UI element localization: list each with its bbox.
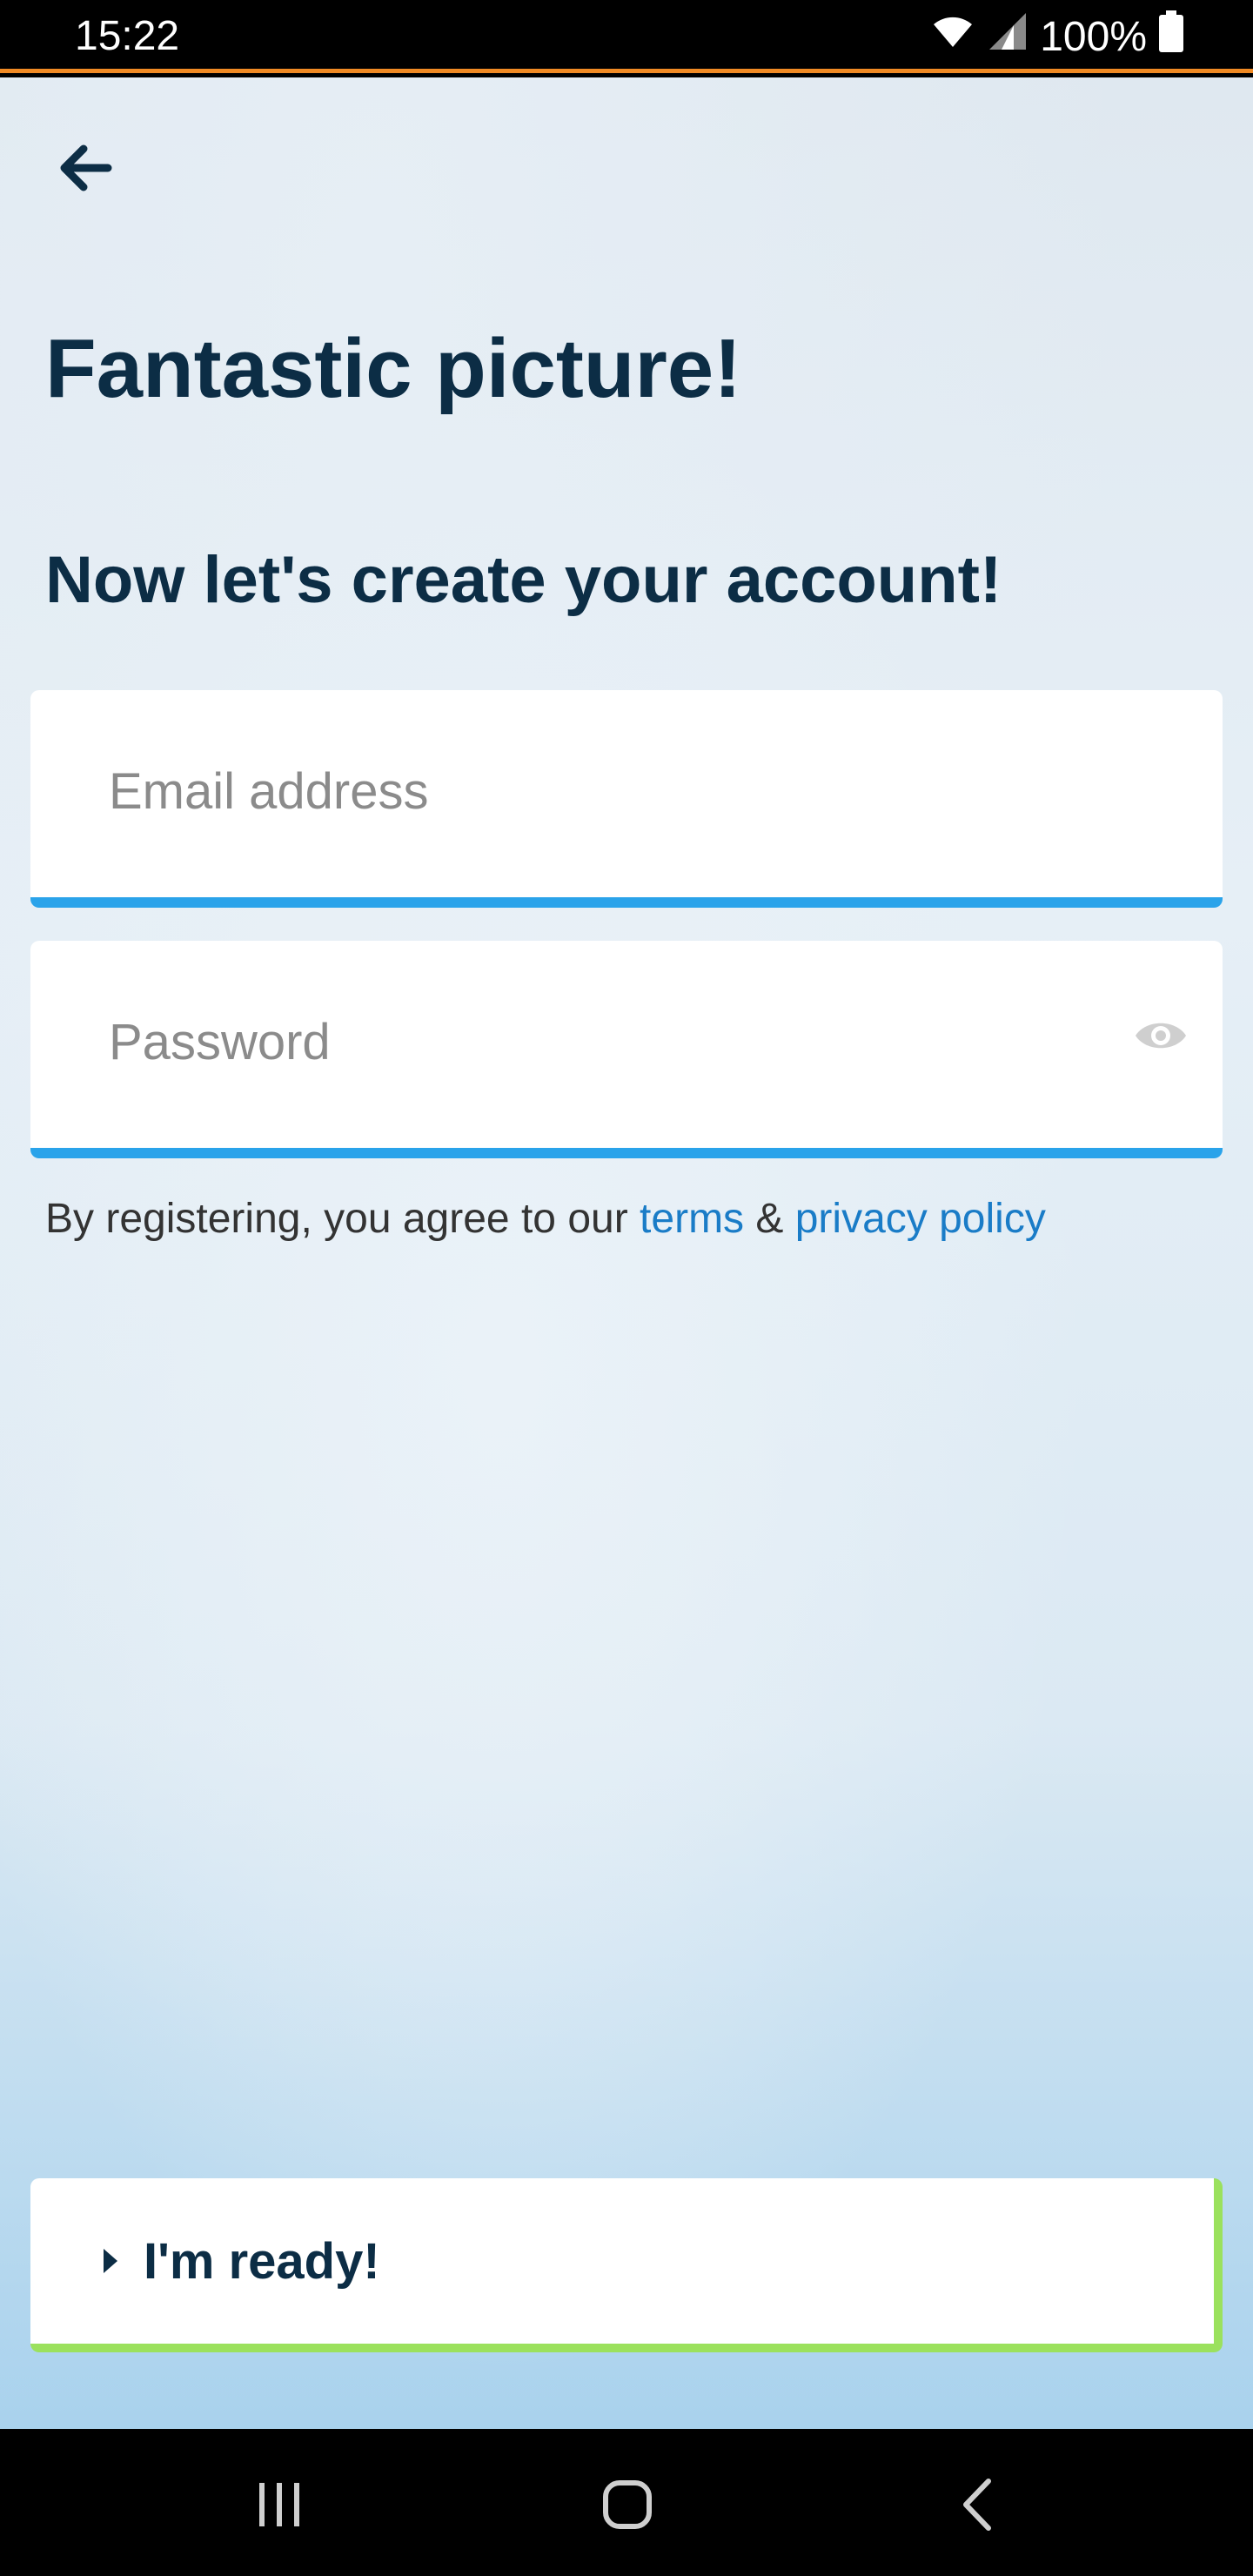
password-field-container (30, 941, 1223, 1158)
status-icons: 100% (930, 10, 1183, 63)
terms-link[interactable]: terms (640, 1196, 744, 1242)
email-field-container (30, 690, 1223, 908)
privacy-policy-link[interactable]: privacy policy (795, 1196, 1046, 1242)
page-title: Fantastic picture! (45, 322, 742, 415)
ready-button-label: I'm ready! (144, 2232, 380, 2290)
caret-right-icon (104, 2249, 117, 2273)
password-field[interactable] (107, 993, 1068, 1090)
signal-icon (988, 11, 1028, 62)
status-bar: 15:22 100% (0, 0, 1253, 73)
page-subtitle: Now let's create your account! (45, 543, 1002, 617)
legal-separator: & (744, 1196, 795, 1242)
battery-percent: 100% (1040, 13, 1147, 60)
wifi-icon (930, 12, 975, 61)
battery-icon (1159, 10, 1183, 63)
recents-button[interactable] (240, 2474, 318, 2535)
legal-prefix: By registering, you agree to our (45, 1196, 640, 1242)
back-icon (963, 2479, 991, 2531)
recents-icon (259, 2483, 299, 2526)
eye-icon[interactable] (1132, 1007, 1189, 1064)
status-time: 15:22 (75, 13, 180, 59)
back-button[interactable] (50, 133, 120, 203)
navigation-bar (0, 2429, 1253, 2576)
arrow-left-icon (60, 144, 112, 191)
legal-notice: By registering, you agree to our terms &… (45, 1195, 1046, 1243)
email-field[interactable] (107, 742, 1068, 840)
nav-back-button[interactable] (940, 2474, 1018, 2535)
home-button[interactable] (588, 2474, 667, 2535)
signup-screen: Fantastic picture! Now let's create your… (0, 77, 1253, 2429)
ready-button[interactable]: I'm ready! (30, 2178, 1223, 2352)
home-icon (603, 2480, 652, 2529)
